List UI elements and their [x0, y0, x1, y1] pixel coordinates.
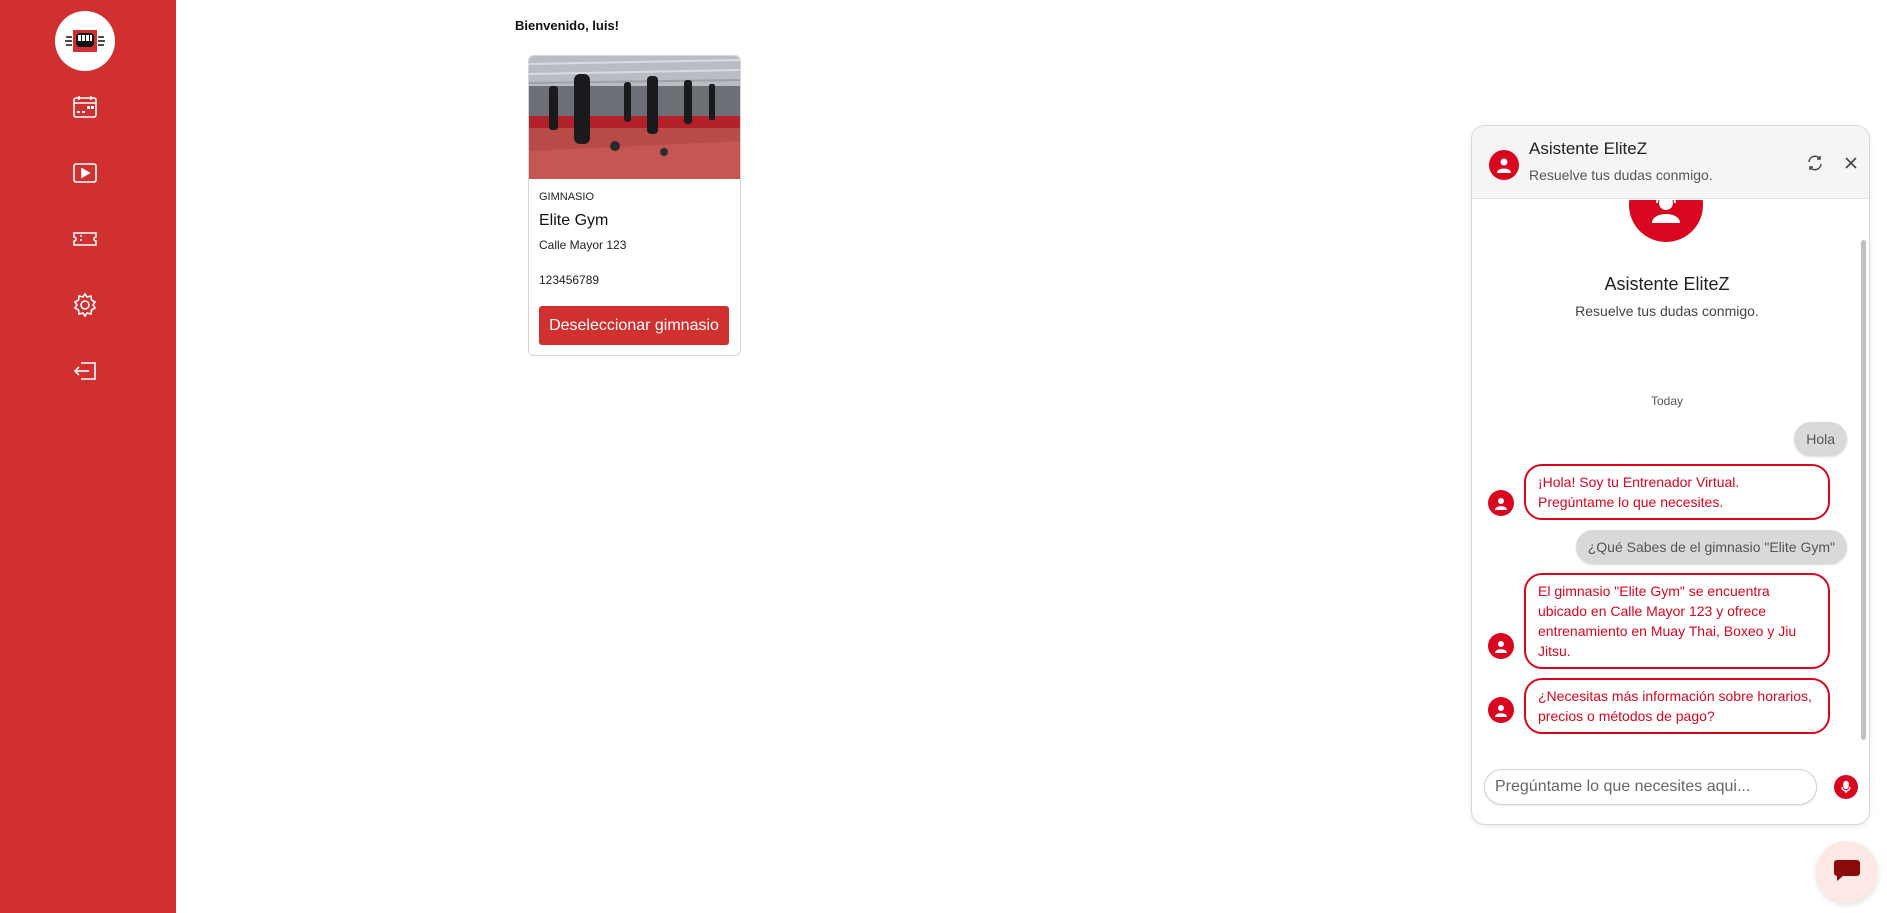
bot-avatar-icon — [1488, 633, 1514, 659]
gym-photo — [529, 56, 740, 179]
chat-message-input[interactable] — [1484, 769, 1817, 805]
close-icon[interactable] — [1839, 151, 1863, 175]
fist-logo-icon[interactable] — [55, 11, 115, 71]
bot-message: El gimnasio "Elite Gym" se encuentra ubi… — [1524, 573, 1830, 669]
gym-address: Calle Mayor 123 — [539, 238, 627, 252]
gym-type-label: GIMNASIO — [539, 191, 595, 203]
chat-header-subtitle: Resuelve tus dudas conmigo. — [1529, 167, 1713, 183]
chat-intro-subtitle: Resuelve tus dudas conmigo. — [1575, 303, 1759, 319]
chat-bubble-icon — [1833, 857, 1861, 888]
bot-message: ¿Necesitas más información sobre horario… — [1524, 678, 1830, 734]
chat-messages[interactable]: Asistente EliteZ Resuelve tus dudas conm… — [1472, 200, 1869, 750]
chat-header: Asistente EliteZ Resuelve tus dudas conm… — [1472, 126, 1869, 199]
gym-card: GIMNASIO Elite Gym Calle Mayor 123 12345… — [528, 55, 741, 356]
sidebar — [0, 0, 176, 913]
refresh-icon[interactable] — [1803, 151, 1827, 175]
microphone-icon[interactable] — [1834, 775, 1858, 799]
user-message: Hola — [1794, 422, 1847, 456]
gym-phone: 123456789 — [539, 273, 600, 287]
assistant-large-avatar-icon — [1629, 200, 1703, 242]
bot-avatar-icon — [1488, 490, 1514, 516]
deselect-gym-button[interactable]: Deseleccionar gimnasio — [539, 306, 729, 345]
user-message: ¿Qué Sabes de el gimnasio "Elite Gym" — [1575, 530, 1847, 564]
bot-message: ¡Hola! Soy tu Entrenador Virtual. Pregún… — [1524, 464, 1830, 520]
bot-avatar-icon — [1488, 697, 1514, 723]
gym-name: Elite Gym — [539, 212, 609, 229]
assistant-avatar-icon — [1489, 150, 1519, 180]
play-video-icon[interactable] — [68, 156, 102, 190]
gear-icon[interactable] — [68, 288, 102, 322]
chat-widget: Asistente EliteZ Resuelve tus dudas conm… — [1471, 125, 1870, 825]
welcome-heading: Bienvenido, luis! — [515, 18, 620, 33]
logout-icon[interactable] — [68, 354, 102, 388]
chat-intro-title: Asistente EliteZ — [1604, 274, 1730, 294]
day-separator: Today — [1650, 394, 1684, 408]
chat-header-title: Asistente EliteZ — [1529, 139, 1648, 158]
ticket-icon[interactable] — [68, 222, 102, 256]
calendar-icon[interactable] — [68, 90, 102, 124]
chat-toggle-button[interactable] — [1816, 841, 1878, 903]
